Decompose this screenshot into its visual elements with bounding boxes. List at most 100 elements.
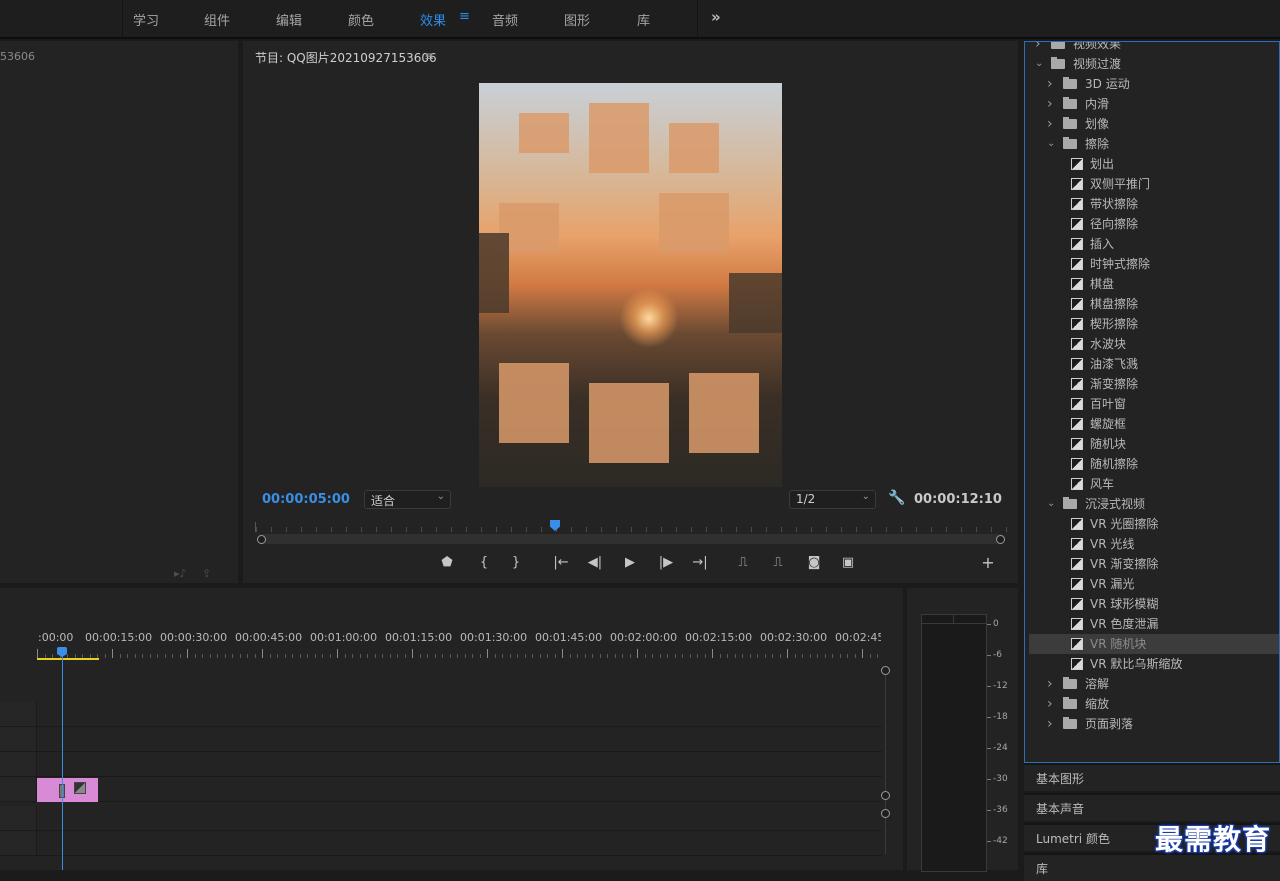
effect-item[interactable]: 楔形擦除 [1029, 314, 1279, 334]
effect-item[interactable]: 棋盘 [1029, 274, 1279, 294]
program-time-ruler[interactable] [255, 522, 1008, 532]
effects-folder[interactable]: ⌄ 视频过渡 [1029, 54, 1279, 74]
effect-item[interactable]: 棋盘擦除 [1029, 294, 1279, 314]
track-header[interactable] [0, 806, 37, 830]
work-area-bar[interactable] [37, 658, 99, 660]
effects-folder[interactable]: › 溶解 [1029, 674, 1279, 694]
effect-item[interactable]: 水波块 [1029, 334, 1279, 354]
effects-folder[interactable]: › 缩放 [1029, 694, 1279, 714]
mark-out-button[interactable]: } [505, 555, 527, 570]
workspace-menu-icon[interactable]: ≡ [459, 9, 470, 24]
essential-graphics-panel[interactable]: 基本图形 [1024, 763, 1280, 791]
workspace-tab-audio[interactable]: 音频 [492, 10, 518, 29]
program-monitor-title[interactable]: 节目: QQ图片20210927153606 [255, 49, 437, 66]
button-editor-add-button[interactable]: + [977, 553, 999, 572]
effect-item[interactable]: 随机块 [1029, 434, 1279, 454]
step-forward-button[interactable]: |▶ [655, 555, 677, 570]
workspace-tab-editing[interactable]: 编辑 [276, 10, 302, 29]
mark-in-button[interactable]: { [473, 555, 495, 570]
go-to-in-button[interactable]: |← [550, 555, 572, 570]
effect-item[interactable]: 随机擦除 [1029, 454, 1279, 474]
effect-item[interactable]: 油漆飞溅 [1029, 354, 1279, 374]
chevron-right-icon[interactable]: › [1047, 94, 1059, 114]
effect-item[interactable]: 带状擦除 [1029, 194, 1279, 214]
effects-folder[interactable]: ⌄ 擦除 [1029, 134, 1279, 154]
video-track[interactable] [0, 702, 882, 727]
effect-item[interactable]: VR 渐变擦除 [1029, 554, 1279, 574]
track-header[interactable] [0, 831, 37, 855]
chevron-right-icon[interactable]: › [1047, 674, 1059, 694]
effect-item[interactable]: VR 色度泄漏 [1029, 614, 1279, 634]
panel-menu-icon[interactable]: ≡ [424, 49, 434, 63]
timeline-clip[interactable] [37, 778, 98, 802]
video-track[interactable] [0, 727, 882, 752]
chevron-down-icon[interactable]: ⌄ [1047, 494, 1059, 514]
workspace-tab-graphics[interactable]: 图形 [564, 10, 590, 29]
effects-folder[interactable]: › 页面剥落 [1029, 714, 1279, 734]
effect-item[interactable]: 百叶窗 [1029, 394, 1279, 414]
zoom-scrollbar-start-handle[interactable] [257, 535, 266, 544]
effect-item[interactable]: 渐变擦除 [1029, 374, 1279, 394]
chevron-right-icon[interactable]: › [1035, 42, 1047, 54]
chevron-right-icon[interactable]: › [1047, 694, 1059, 714]
scrollbar-handle[interactable] [881, 791, 890, 800]
effect-item[interactable]: 径向擦除 [1029, 214, 1279, 234]
go-to-out-button[interactable]: →| [689, 555, 711, 570]
track-header[interactable] [0, 752, 37, 776]
fit-select[interactable]: 适合 ⌄ [364, 490, 451, 509]
video-track[interactable] [0, 777, 882, 802]
chevron-down-icon[interactable]: ⌄ [1035, 54, 1047, 74]
effect-item[interactable]: VR 光线 [1029, 534, 1279, 554]
scrollbar-handle[interactable] [881, 809, 890, 818]
effect-item[interactable]: VR 漏光 [1029, 574, 1279, 594]
effect-item[interactable]: 风车 [1029, 474, 1279, 494]
video-preview[interactable] [479, 83, 782, 487]
step-back-button[interactable]: ◀| [584, 555, 606, 570]
add-marker-button[interactable]: ⬟ [436, 555, 458, 570]
video-track[interactable] [0, 752, 882, 777]
workspace-tab-color[interactable]: 颜色 [348, 10, 374, 29]
effects-folder[interactable]: › 内滑 [1029, 94, 1279, 114]
track-header[interactable] [0, 777, 37, 801]
settings-wrench-icon[interactable]: 🔧 [888, 490, 905, 506]
scrollbar-handle[interactable] [881, 666, 890, 675]
zoom-scrollbar-end-handle[interactable] [996, 535, 1005, 544]
effects-folder[interactable]: ⌄ 沉浸式视频 [1029, 494, 1279, 514]
effect-item[interactable]: 螺旋框 [1029, 414, 1279, 434]
effect-item[interactable]: 时钟式擦除 [1029, 254, 1279, 274]
effect-item[interactable]: VR 默比乌斯缩放 [1029, 654, 1279, 674]
compare-view-button[interactable]: ▣ [837, 555, 859, 570]
timeline-vertical-scrollbar[interactable] [885, 674, 886, 854]
zoom-scrollbar[interactable] [257, 534, 1005, 544]
workspace-tab-effects[interactable]: 效果 [420, 10, 446, 29]
audio-track[interactable] [0, 806, 882, 831]
play-button[interactable]: ▶ [619, 555, 641, 570]
effect-item[interactable]: 双侧平推门 [1029, 174, 1279, 194]
effect-item[interactable]: VR 随机块 [1029, 634, 1279, 654]
effects-folder[interactable]: › 划像 [1029, 114, 1279, 134]
lift-button[interactable]: ⎍ [732, 555, 754, 570]
chevron-down-icon[interactable]: ⌄ [1047, 134, 1059, 154]
extract-button[interactable]: ⎍ [767, 555, 789, 570]
effects-folder[interactable]: › 3D 运动 [1029, 74, 1279, 94]
effect-item[interactable]: VR 光圈擦除 [1029, 514, 1279, 534]
effect-item[interactable]: 划出 [1029, 154, 1279, 174]
track-header[interactable] [0, 727, 37, 751]
resolution-select[interactable]: 1/2 ⌄ [789, 490, 876, 509]
more-workspaces-icon[interactable]: » [711, 8, 721, 26]
audio-track[interactable] [0, 831, 882, 856]
workspace-tab-assembly[interactable]: 组件 [204, 10, 230, 29]
chevron-right-icon[interactable]: › [1047, 714, 1059, 734]
track-header[interactable] [0, 702, 37, 726]
effects-folder[interactable]: › 视频效果 [1029, 42, 1279, 54]
chevron-right-icon[interactable]: › [1047, 74, 1059, 94]
chevron-right-icon[interactable]: › [1047, 114, 1059, 134]
current-timecode[interactable]: 00:00:05:00 [262, 492, 350, 507]
workspace-tab-learn[interactable]: 学习 [133, 10, 159, 29]
effect-item[interactable]: VR 球形模糊 [1029, 594, 1279, 614]
essential-sound-panel[interactable]: 基本声音 [1024, 793, 1280, 821]
export-icon[interactable]: ⇪ [202, 567, 211, 580]
insert-icon[interactable]: ▸♪ [174, 567, 187, 580]
timeline-ruler[interactable] [37, 648, 881, 658]
export-frame-button[interactable]: ◙ [803, 555, 825, 570]
